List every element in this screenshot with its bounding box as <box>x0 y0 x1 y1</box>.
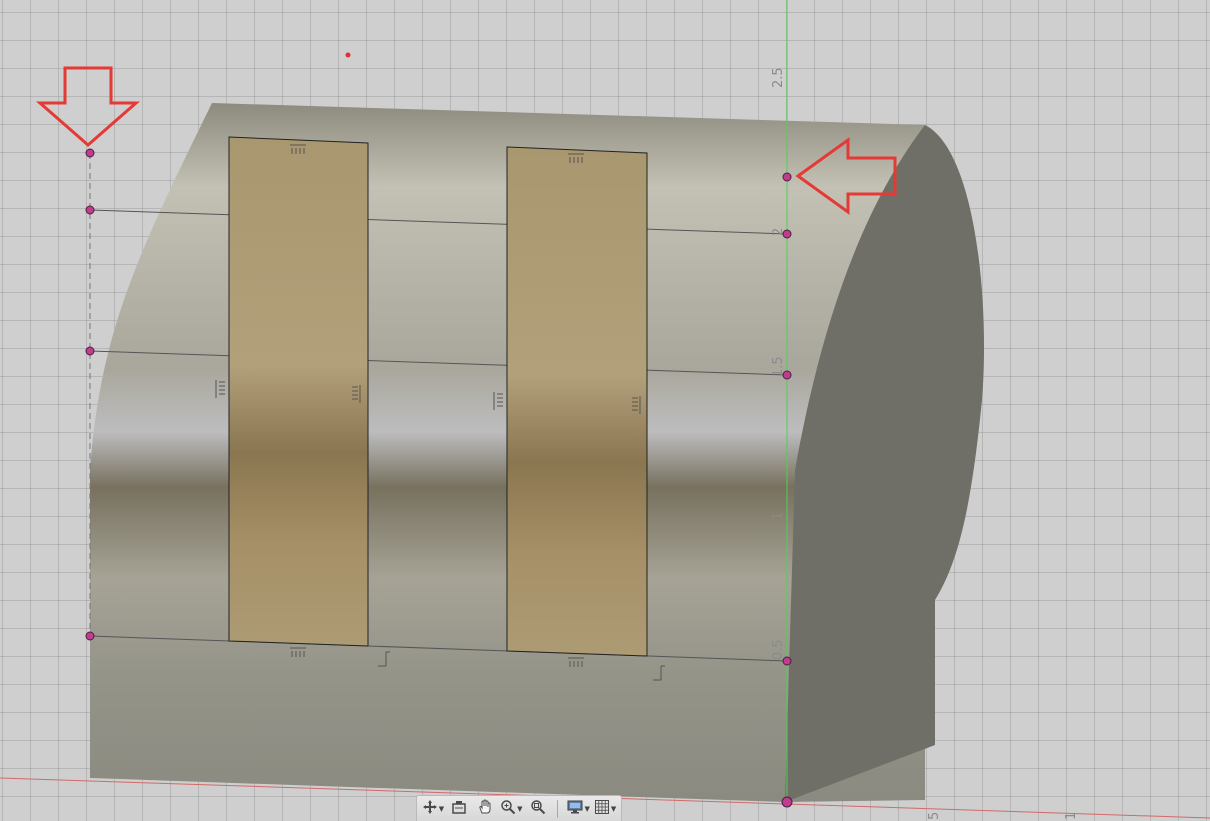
model-scene[interactable]: 2.5 2 1.5 1 0.5 5 1 <box>0 0 1210 821</box>
panel-left <box>228 136 369 647</box>
grid-icon <box>594 799 610 819</box>
display-settings-button[interactable]: ▼ <box>565 798 591 820</box>
annotation-arrow-down-icon <box>36 66 140 147</box>
3d-viewport[interactable]: 2.5 2 1.5 1 0.5 5 1 ▼ ▼ ▼ ▼ <box>0 0 1210 821</box>
grid-snaps-button[interactable]: ▼ <box>593 798 617 820</box>
navigation-toolbar: ▼ ▼ ▼ ▼ <box>416 795 622 821</box>
axis-tick-label: 0.5 <box>771 639 786 660</box>
axis-tick-label: 2 <box>771 228 786 236</box>
look-at-button[interactable] <box>447 798 471 820</box>
axis-tick-label: 5 <box>927 812 942 820</box>
pan-hand-icon <box>477 798 493 819</box>
zoom-icon <box>500 799 516 819</box>
orbit-icon <box>422 799 438 819</box>
fit-icon <box>530 799 546 819</box>
axis-tick-label: 1 <box>1064 812 1079 820</box>
pan-button[interactable] <box>473 798 497 820</box>
panel-right <box>506 146 648 657</box>
sketch-point-isolated <box>345 52 351 58</box>
orbit-button[interactable]: ▼ <box>421 798 445 820</box>
chevron-down-icon[interactable]: ▼ <box>517 805 522 813</box>
chevron-down-icon[interactable]: ▼ <box>585 805 590 813</box>
display-settings-icon <box>566 799 584 819</box>
look-at-icon <box>451 799 467 819</box>
zoom-button[interactable]: ▼ <box>499 798 523 820</box>
toolbar-divider <box>556 799 558 818</box>
chevron-down-icon[interactable]: ▼ <box>611 805 616 813</box>
axis-tick-label: 1 <box>771 512 786 520</box>
axis-tick-label: 2.5 <box>771 67 786 88</box>
axis-tick-label: 1.5 <box>771 356 786 377</box>
fit-button[interactable] <box>526 798 550 820</box>
chevron-down-icon[interactable]: ▼ <box>439 805 444 813</box>
